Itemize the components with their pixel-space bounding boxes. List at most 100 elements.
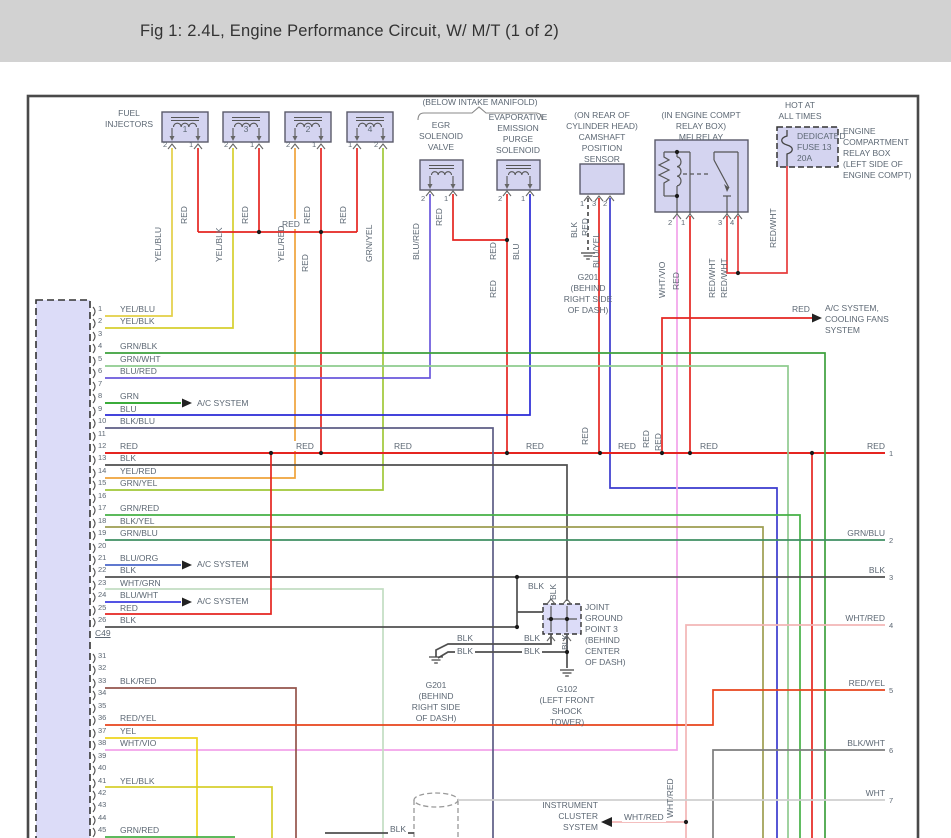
ecm-pin-number: 34 — [98, 688, 107, 697]
engine-compartment-relay-box-label-line: (LEFT SIDE OF — [843, 159, 903, 169]
ecm-connector-box — [35, 299, 91, 838]
mfi-relay-label-line: MFI RELAY — [678, 132, 724, 142]
g201-label-line: G201 — [425, 680, 447, 690]
ecm-pin-number: 6 — [98, 366, 103, 375]
fuse-label-line: FUSE 13 — [797, 142, 832, 152]
wire-code-label: RED — [790, 304, 812, 314]
fuse-label-line: 20A — [797, 153, 813, 163]
ecm-pin-number: 8 — [98, 391, 103, 400]
ecm-pin-number: 40 — [98, 763, 107, 772]
junction-dot — [514, 574, 520, 580]
solenoid-box — [419, 159, 464, 191]
junction-dot — [514, 624, 520, 630]
ecm-pin-number: 1 — [98, 304, 103, 313]
ac-cooling-fans-label-line: SYSTEM — [825, 325, 860, 335]
fuel-injectors-label-line: FUEL — [118, 108, 140, 118]
ecm-pin-number: 23 — [98, 578, 107, 587]
ecm-pin-wire-label: BLU — [120, 404, 137, 414]
ecm-pin-wire-label: GRN/RED — [120, 825, 160, 835]
ecm-pin-number: 21 — [98, 553, 107, 562]
relay-pin-number: 3 — [718, 218, 723, 227]
joint-ground-point3-label-line: (BEHIND — [585, 635, 620, 645]
ecm-pin-wire-label: RED/YEL — [120, 713, 157, 723]
wire-code-label-vertical: YEL/RED — [276, 225, 286, 262]
mfi-relay-label-line: RELAY BOX) — [675, 121, 727, 131]
relay-pin-number: 1 — [681, 218, 686, 227]
ecm-pin-wire-label: GRN/RED — [120, 503, 160, 513]
wire-code-label-vertical: YEL/BLK — [214, 227, 224, 263]
joint-ground-point3-label-line: CENTER — [585, 646, 620, 656]
g201-cam-label-line: OF DASH) — [567, 305, 609, 315]
camshaft-pin-number: 3 — [592, 199, 597, 208]
solenoid-box — [496, 159, 541, 191]
ecm-pin-number: 14 — [98, 466, 107, 475]
ecm-pin-number: 12 — [98, 441, 107, 450]
ecm-pin-wire-label: BLK — [120, 615, 137, 625]
g201-label-line: OF DASH) — [415, 713, 457, 723]
ecm-pin-number: 26 — [98, 615, 107, 624]
ecm-pin-wire-label: BLU/RED — [120, 366, 157, 376]
fuse-label: DEDICATED FUSE 13 20A — [797, 131, 846, 164]
wire-code-label-vertical: BLK — [569, 221, 579, 238]
egr-pin-number: 1 — [444, 194, 449, 203]
junction-dot — [687, 450, 693, 456]
engine-compartment-relay-box-label-line: RELAY BOX — [843, 148, 891, 158]
right-pin-wire-label-text: WHT — [865, 788, 885, 798]
ecm-pin-wire-label: YEL/BLK — [120, 316, 155, 326]
right-pin-number: 5 — [889, 686, 894, 695]
ac-cooling-fans-label-line: A/C SYSTEM, — [825, 303, 879, 313]
ecm-pin-number: 17 — [98, 503, 107, 512]
wire-code-label-vertical: RED — [338, 206, 348, 224]
relay-pin-number: 2 — [668, 218, 673, 227]
injector-number: 1 — [182, 124, 188, 134]
junction-dot — [504, 237, 510, 243]
g201-cam-label: G201 (BEHIND RIGHT SIDE OF DASH) — [528, 272, 648, 316]
ecm-pin-number: 7 — [98, 379, 103, 388]
right-pin-number: 4 — [889, 621, 894, 630]
right-pin-wire-label-text: GRN/BLU — [847, 528, 885, 538]
junction-dot — [318, 229, 324, 235]
ecm-pin-number: 19 — [98, 528, 107, 537]
fuel-injectors-label-line: INJECTORS — [104, 119, 154, 129]
connector-id-label: C49 — [95, 628, 111, 638]
engine-compartment-relay-box-label-line: COMPARTMENT — [843, 137, 909, 147]
ecm-pin-number: 22 — [98, 565, 107, 574]
wire-code-label-vertical: RED/WHT — [768, 208, 778, 248]
injector-pin-number: 1 — [348, 140, 353, 149]
right-pin-wire-label-text: RED — [867, 441, 885, 451]
wire-code-label-vertical: RED — [580, 218, 590, 236]
wire-code-label-vertical: WHT/VIO — [657, 261, 667, 298]
ecm-pin-wire-label: RED — [120, 603, 138, 613]
bus-red-label: RED — [392, 441, 414, 451]
wire-code-label-vertical: RED — [302, 206, 312, 224]
ecm-pin-number: 32 — [98, 663, 107, 672]
ecm-pin-number: 20 — [98, 541, 107, 550]
engine-compartment-relay-box-label-line: ENGINE COMPT) — [843, 170, 912, 180]
right-pin-wire-label: WHT/RED — [793, 613, 885, 624]
ecm-pin-number: 4 — [98, 341, 103, 350]
ac-system-label: A/C SYSTEM — [197, 398, 249, 408]
wiring-diagram-page: Fig 1: 2.4L, Engine Performance Circuit,… — [0, 0, 951, 838]
right-pin-number: 7 — [889, 796, 894, 805]
junction-dot — [504, 450, 510, 456]
camshaft-label-line: POSITION — [581, 143, 623, 153]
g201-cam-label-line: RIGHT SIDE — [563, 294, 613, 304]
ecm-pin-number: 3 — [98, 329, 103, 338]
instrument-cluster-label: INSTRUMENT CLUSTER SYSTEM — [498, 800, 598, 833]
junction-dot — [683, 819, 689, 825]
ecm-pin-wire-label: WHT/VIO — [120, 738, 157, 748]
ecm-pin-number: 18 — [98, 516, 107, 525]
right-pin-wire-label-text: WHT/RED — [845, 613, 885, 623]
g102-label-line: G102 — [556, 684, 578, 694]
ac-system-label: A/C SYSTEM — [197, 559, 249, 569]
ecm-pin-wire-label: GRN/YEL — [120, 478, 158, 488]
g102-label-line: (LEFT FRONT — [539, 695, 595, 705]
wire-code-label-vertical: BLU/RED — [411, 223, 421, 260]
ecm-pin-wire-label: BLK/YEL — [120, 516, 155, 526]
camshaft-pin-number: 1 — [580, 199, 585, 208]
instrument-cluster-label-line: CLUSTER — [558, 811, 598, 821]
junction-dot — [548, 616, 554, 622]
ecm-pin-wire-label: BLK — [120, 565, 137, 575]
below-intake-note: (BELOW INTAKE MANIFOLD) — [400, 97, 560, 108]
ecm-pin-wire-label: GRN/BLU — [120, 528, 158, 538]
